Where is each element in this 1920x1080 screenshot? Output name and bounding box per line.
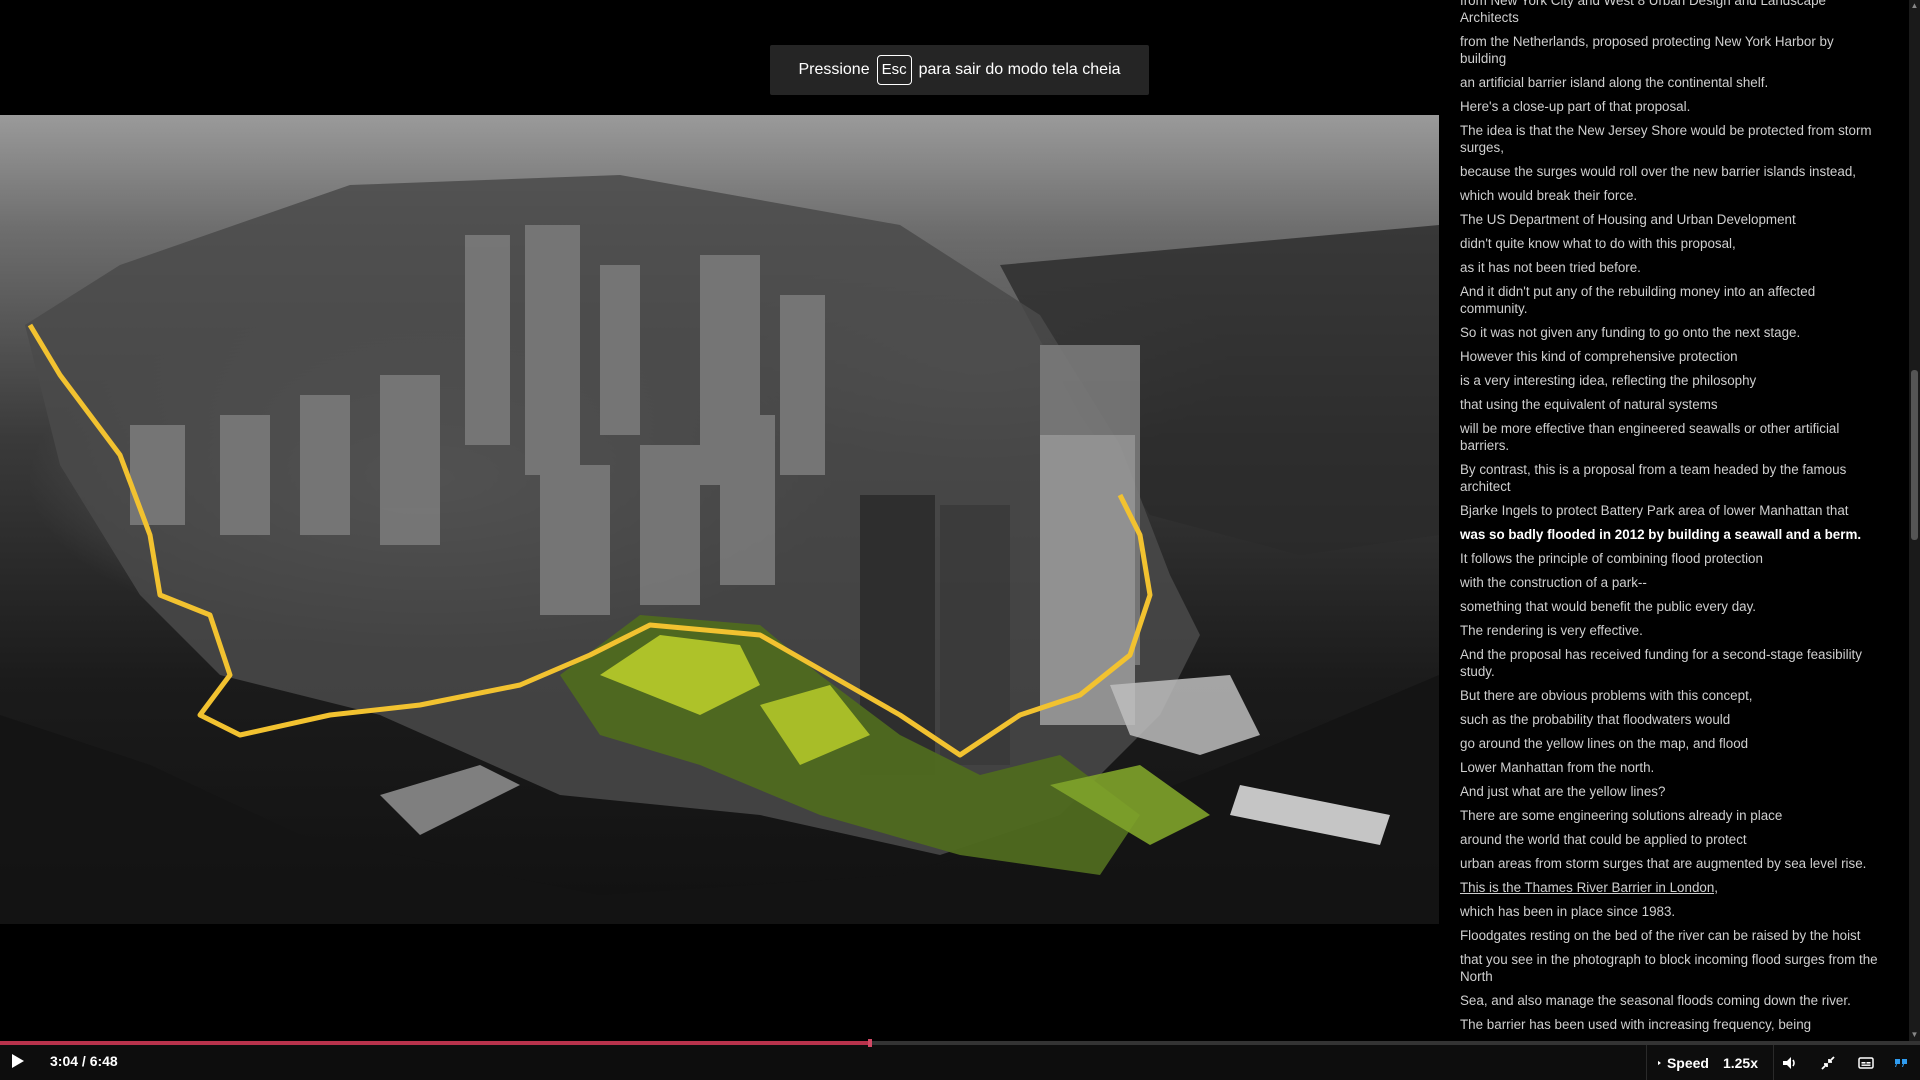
transcript-line[interactable]: will be more effective than engineered s… [1460, 420, 1880, 454]
transcript-line[interactable]: Here's a close-up part of that proposal. [1460, 98, 1880, 115]
time-display: 3:04 / 6:48 [50, 1053, 118, 1069]
transcript-line[interactable]: The US Department of Housing and Urban D… [1460, 211, 1880, 228]
transcript-line[interactable]: which would break their force. [1460, 187, 1880, 204]
scroll-thumb[interactable] [1911, 370, 1918, 540]
toast-suffix: para sair do modo tela cheia [918, 61, 1121, 78]
transcript-line[interactable]: Floodgates resting on the bed of the riv… [1460, 927, 1880, 944]
transcript-line[interactable]: go around the yellow lines on the map, a… [1460, 735, 1880, 752]
transcript-lines: from New York City and West 8 Urban Desi… [1460, 0, 1880, 1041]
aerial-rendering-image [0, 175, 1439, 924]
transcript-line[interactable]: The rendering is very effective. [1460, 622, 1880, 639]
transcript-line[interactable]: Bjarke Ingels to protect Battery Park ar… [1460, 502, 1880, 519]
captions-icon [1858, 1056, 1874, 1069]
transcript-line[interactable]: with the construction of a park-- [1460, 574, 1880, 591]
transcript-line[interactable]: from the Netherlands, proposed protectin… [1460, 33, 1880, 67]
volume-button[interactable] [1773, 1045, 1807, 1080]
triangle-right-icon [1658, 1060, 1661, 1065]
transcript-icon [1895, 1058, 1907, 1067]
fullscreen-exit-toast: Pressione Esc para sair do modo tela che… [770, 45, 1149, 95]
transcript-line[interactable]: urban areas from storm surges that are a… [1460, 855, 1880, 872]
transcript-line[interactable]: The barrier has been used with increasin… [1460, 1016, 1880, 1033]
toast-prefix: Pressione [798, 61, 870, 78]
video-frame[interactable] [0, 115, 1439, 924]
transcript-scrollbar[interactable]: ▲ ▼ [1909, 0, 1920, 1041]
transcript-line[interactable]: The idea is that the New Jersey Shore wo… [1460, 122, 1880, 156]
scroll-down-arrow-icon[interactable]: ▼ [1909, 1029, 1920, 1041]
transcript-line[interactable]: By contrast, this is a proposal from a t… [1460, 461, 1880, 495]
progress-handle[interactable] [867, 1039, 872, 1047]
transcript-line[interactable]: And just what are the yellow lines? [1460, 783, 1880, 800]
speed-button[interactable]: Speed 1.25x [1648, 1045, 1758, 1080]
transcript-line[interactable]: didn't quite know what to do with this p… [1460, 235, 1880, 252]
speed-value: 1.25x [1722, 1054, 1758, 1071]
transcript-line[interactable]: such as the probability that floodwaters… [1460, 711, 1880, 728]
scroll-up-arrow-icon[interactable]: ▲ [1909, 0, 1920, 12]
transcript-line[interactable]: This is the Thames River Barrier in Lond… [1460, 879, 1880, 896]
transcript-line[interactable]: that you see in the photograph to block … [1460, 951, 1880, 985]
transcript-line[interactable]: because the surges would roll over the n… [1460, 163, 1880, 180]
transcript-line[interactable]: So it was not given any funding to go on… [1460, 324, 1880, 341]
transcript-line[interactable]: something that would benefit the public … [1460, 598, 1880, 615]
transcript-line[interactable]: And it didn't put any of the rebuilding … [1460, 283, 1880, 317]
transcript-line[interactable]: as it has not been tried before. [1460, 259, 1880, 276]
volume-icon [1783, 1056, 1795, 1069]
video-player[interactable]: Pressione Esc para sair do modo tela che… [0, 0, 1439, 1041]
transcript-line[interactable]: But there are obvious problems with this… [1460, 687, 1880, 704]
transcript-line[interactable]: that using the equivalent of natural sys… [1460, 396, 1880, 413]
play-icon [12, 1054, 24, 1068]
transcript-line[interactable]: Sea, and also manage the seasonal floods… [1460, 992, 1880, 1009]
progress-fill [0, 1041, 870, 1045]
transcript-line[interactable]: It follows the principle of combining fl… [1460, 550, 1880, 567]
control-separator [1646, 1045, 1647, 1080]
transcript-line[interactable]: Lower Manhattan from the north. [1460, 759, 1880, 776]
transcript-line[interactable]: And the proposal has received funding fo… [1460, 646, 1880, 680]
transcript-line[interactable]: from New York City and West 8 Urban Desi… [1460, 0, 1880, 26]
captions-button[interactable] [1849, 1045, 1883, 1080]
play-button[interactable] [8, 1051, 28, 1071]
transcript-line[interactable]: There are some engineering solutions alr… [1460, 807, 1880, 824]
transcript-button[interactable] [1884, 1045, 1918, 1080]
esc-key-badge: Esc [876, 55, 912, 85]
transcript-line[interactable]: which has been in place since 1983. [1460, 903, 1880, 920]
video-control-bar: 3:04 / 6:48 Speed 1.25x [0, 1039, 1920, 1080]
transcript-panel[interactable]: from New York City and West 8 Urban Desi… [1439, 0, 1909, 1041]
progress-bar[interactable] [0, 1039, 1920, 1047]
transcript-line[interactable]: However this kind of comprehensive prote… [1460, 348, 1880, 365]
speed-label: Speed [1666, 1054, 1709, 1071]
exit-fullscreen-button[interactable] [1811, 1045, 1845, 1080]
transcript-line[interactable]: around the world that could be applied t… [1460, 831, 1880, 848]
transcript-line[interactable]: was so badly flooded in 2012 by building… [1460, 526, 1880, 543]
transcript-line[interactable]: is a very interesting idea, reflecting t… [1460, 372, 1880, 389]
exit-fullscreen-icon [1821, 1055, 1835, 1070]
transcript-line[interactable]: an artificial barrier island along the c… [1460, 74, 1880, 91]
